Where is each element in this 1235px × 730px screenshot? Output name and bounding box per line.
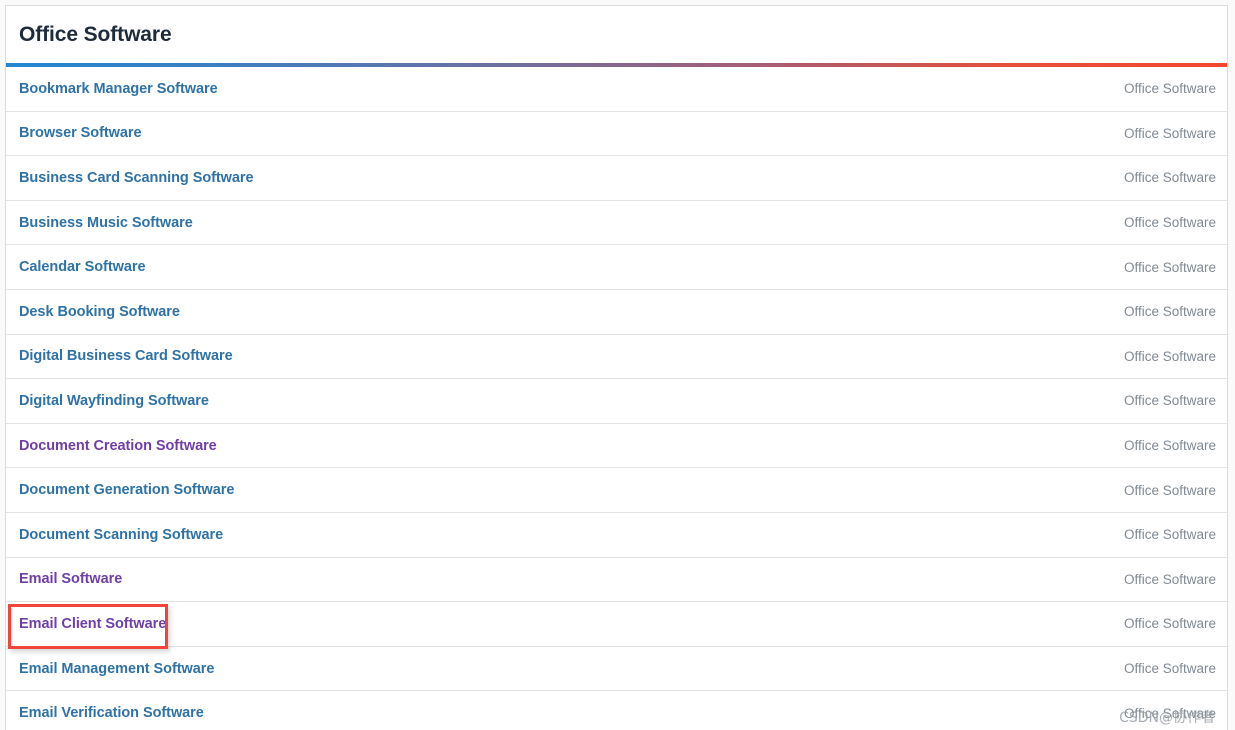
list-item[interactable]: Document Scanning Software Office Softwar… [6,512,1227,558]
software-link[interactable]: Business Music Software [19,215,193,231]
category-label: Office Software [1123,482,1216,498]
category-label: Office Software [1123,215,1216,231]
software-link[interactable]: Document Creation Software [19,438,217,454]
software-link[interactable]: Desk Booking Software [19,304,180,320]
category-label: Office Software [1123,170,1216,186]
software-link[interactable]: Browser Software [19,125,142,141]
category-label: Office Software [1123,81,1216,97]
software-link[interactable]: Email Client Software [19,616,166,632]
list-item[interactable]: Email Verification Software Office Softwa… [6,691,1227,730]
software-link[interactable]: Document Scanning Software [19,527,223,543]
software-link[interactable]: Digital Business Card Software [19,348,233,364]
list-item[interactable]: Email Management Software Office Software [6,646,1227,692]
list-item[interactable]: Bookmark Manager Software Office Software [6,67,1227,112]
list-item[interactable]: Email Client Software Office Software [6,602,1227,647]
software-link[interactable]: Email Management Software [19,661,214,677]
category-label: Office Software [1123,304,1216,320]
software-link[interactable]: Business Card Scanning Software [19,170,254,186]
list-item[interactable]: Calendar Software Office Software [6,245,1227,290]
category-label: Office Software [1123,259,1216,275]
list-item[interactable]: Business Card Scanning Software Office So… [6,156,1227,201]
list-item[interactable]: Document Creation Software Office Softwar… [6,423,1227,469]
software-link[interactable]: Email Software [19,571,122,587]
category-label: Office Software [1123,438,1216,454]
list-item[interactable]: Digital Wayfinding Software Office Softwa… [6,379,1227,424]
category-label: Office Software [1123,348,1216,364]
page-title: Office Software [19,22,172,46]
page-root: Office Software Bookmark Manager Softwar… [0,0,1235,730]
category-label: Office Software [1123,616,1216,632]
list-item[interactable]: Email Software Office Software [6,557,1227,603]
list-item[interactable]: Browser Software Office Software [6,111,1227,157]
category-label: Office Software [1123,393,1216,409]
software-list: Bookmark Manager Software Office Software… [6,67,1227,730]
software-link[interactable]: Bookmark Manager Software [19,81,218,97]
list-item[interactable]: Desk Booking Software Office Software [6,289,1227,335]
category-label: Office Software [1123,571,1216,587]
panel-header: Office Software [6,6,1227,63]
list-item[interactable]: Business Music Software Office Software [6,200,1227,246]
software-link[interactable]: Document Generation Software [19,482,234,498]
software-link[interactable]: Calendar Software [19,259,146,275]
software-link[interactable]: Digital Wayfinding Software [19,393,209,409]
list-item[interactable]: Document Generation Software Office Softw… [6,468,1227,513]
category-label: Office Software [1123,125,1216,141]
category-label: Office Software [1123,527,1216,543]
software-link[interactable]: Email Verification Software [19,705,204,721]
category-label: Office Software [1123,661,1216,677]
category-label: Office Software [1123,705,1216,721]
list-item[interactable]: Digital Business Card Software Office Sof… [6,334,1227,380]
office-software-panel: Office Software Bookmark Manager Softwar… [5,5,1228,730]
